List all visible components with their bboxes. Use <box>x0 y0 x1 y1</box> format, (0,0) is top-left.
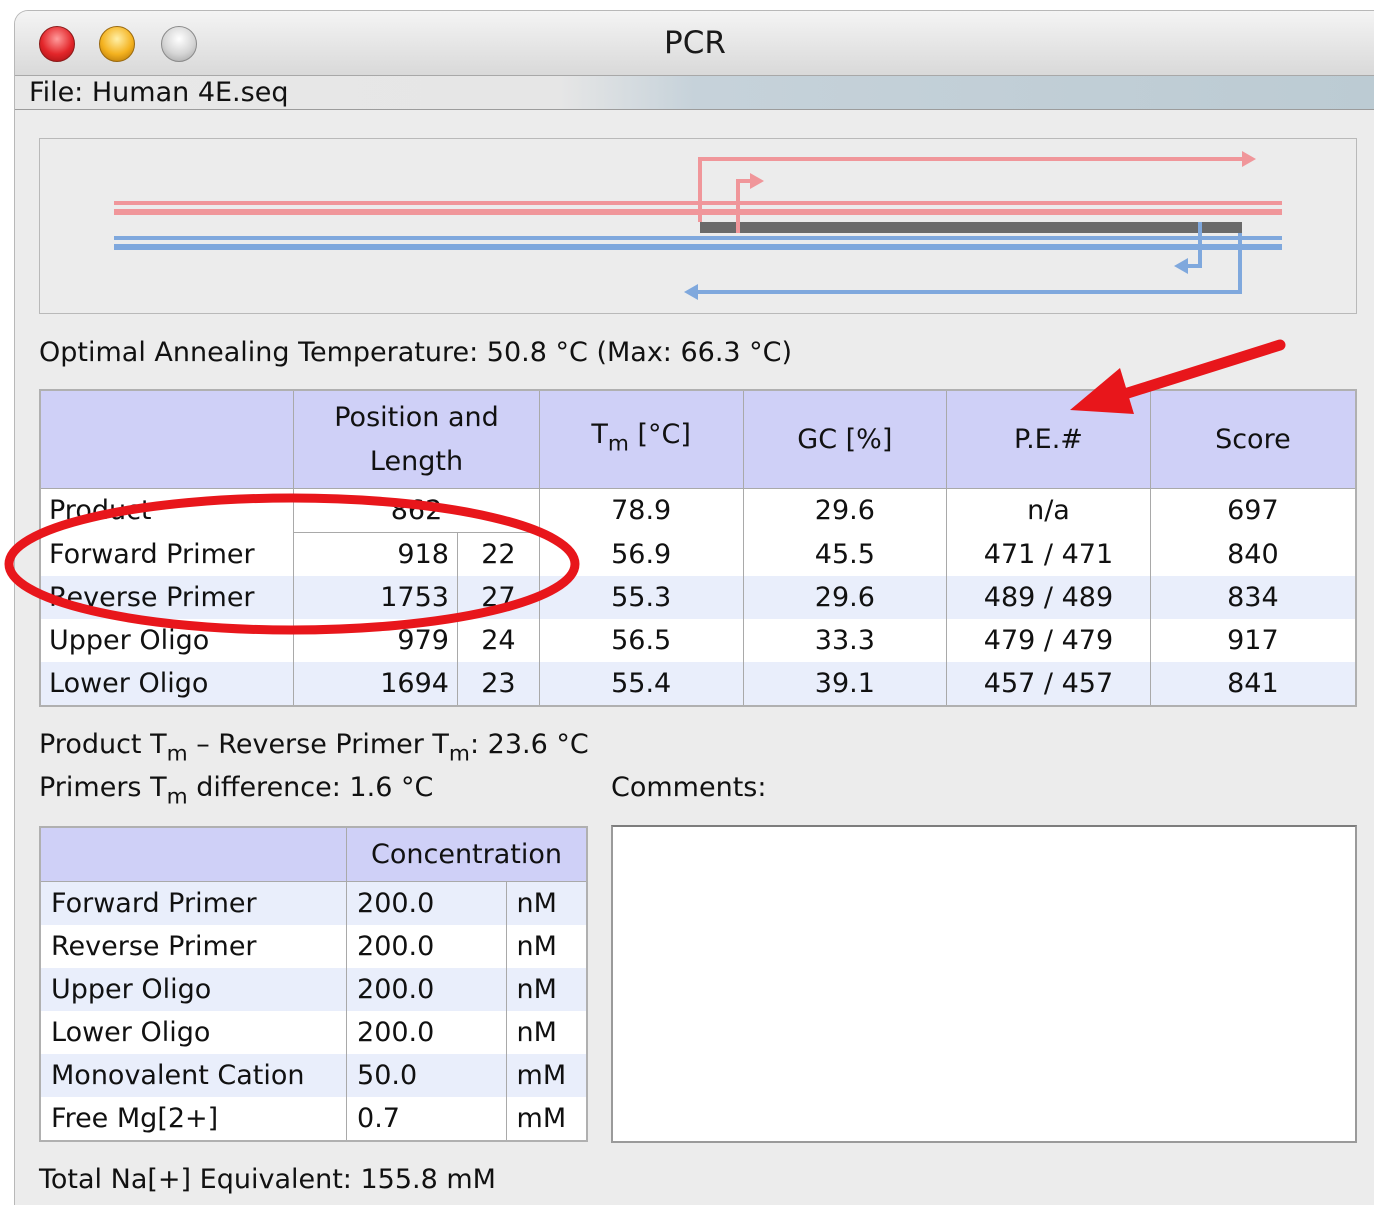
row-length: 23 <box>456 662 540 706</box>
concentration-row-monovalent-cation: Monovalent Cation 50.0 mM <box>39 1054 588 1097</box>
row-score: 697 <box>1149 488 1357 533</box>
row-position: 918 <box>293 532 458 576</box>
concentration-value[interactable]: 200.0 <box>346 925 507 968</box>
header-name <box>39 389 295 489</box>
row-name: Forward Primer <box>39 532 295 576</box>
concentration-name: Upper Oligo <box>39 968 348 1011</box>
product-tm-difference: Product Tm – Reverse Primer Tm: 23.6 °C <box>39 729 589 767</box>
concentration-name: Reverse Primer <box>39 925 348 968</box>
row-gc: 39.1 <box>742 662 948 706</box>
concentration-unit: nM <box>505 1011 588 1054</box>
file-bar: File: Human 4E.seq <box>15 76 1374 110</box>
concentration-name: Monovalent Cation <box>39 1054 348 1097</box>
pcr-diagram <box>39 138 1357 314</box>
row-score: 840 <box>1149 532 1357 576</box>
row-position: 979 <box>293 619 458 662</box>
concentration-value[interactable]: 200.0 <box>346 1011 507 1054</box>
row-tm: 55.3 <box>538 576 744 619</box>
row-position: 1753 <box>293 576 458 619</box>
table-row-upper-oligo[interactable]: Upper Oligo 979 24 56.5 33.3 479 / 479 9… <box>39 619 1357 662</box>
row-pe: 471 / 471 <box>946 532 1151 576</box>
concentration-value[interactable]: 50.0 <box>346 1054 507 1097</box>
row-name: Lower Oligo <box>39 662 295 706</box>
row-pe: n/a <box>946 488 1151 533</box>
concentration-unit: nM <box>505 925 588 968</box>
row-gc: 29.6 <box>742 488 948 533</box>
pcr-window: PCR File: Human 4E.seq Optimal Annealing… <box>14 10 1374 1205</box>
header-tm[interactable]: Tm [°C] <box>538 389 744 489</box>
reverse-primer-arrow <box>696 233 1242 294</box>
row-pe: 457 / 457 <box>946 662 1151 706</box>
reverse-strand-line-top <box>114 236 1282 240</box>
row-length: 27 <box>456 576 540 619</box>
concentration-row-forward-primer: Forward Primer 200.0 nM <box>39 881 588 925</box>
table-row-lower-oligo[interactable]: Lower Oligo 1694 23 55.4 39.1 457 / 457 … <box>39 662 1357 706</box>
header-pe[interactable]: P.E.# <box>946 389 1151 489</box>
concentration-unit: mM <box>505 1097 588 1141</box>
pcr-diagram-svg <box>114 151 1282 300</box>
concentration-row-upper-oligo: Upper Oligo 200.0 nM <box>39 968 588 1011</box>
row-tm: 78.9 <box>538 488 744 533</box>
concentration-unit: nM <box>505 881 588 925</box>
primer-table: Position and Length Tm [°C] GC [%] P.E.# … <box>39 389 1357 707</box>
row-gc: 29.6 <box>742 576 948 619</box>
row-position: 1694 <box>293 662 458 706</box>
header-position-length[interactable]: Position and Length <box>293 389 540 489</box>
table-header-row: Position and Length Tm [°C] GC [%] P.E.# … <box>39 389 1357 489</box>
header-gc[interactable]: GC [%] <box>742 389 948 489</box>
row-name: Reverse Primer <box>39 576 295 619</box>
concentration-name: Free Mg[2+] <box>39 1097 348 1141</box>
title-bar[interactable]: PCR <box>15 11 1374 76</box>
row-tm: 55.4 <box>538 662 744 706</box>
row-name: Upper Oligo <box>39 619 295 662</box>
concentration-unit: mM <box>505 1054 588 1097</box>
table-row-product[interactable]: Product 862 78.9 29.6 n/a 697 <box>39 488 1357 533</box>
concentration-value[interactable]: 200.0 <box>346 881 507 925</box>
concentration-unit: nM <box>505 968 588 1011</box>
comments-field[interactable] <box>611 825 1357 1143</box>
comments-label: Comments: <box>611 772 767 803</box>
concentration-row-reverse-primer: Reverse Primer 200.0 nM <box>39 925 588 968</box>
forward-primer-arrowhead <box>1242 151 1256 167</box>
table-row-reverse-primer[interactable]: Reverse Primer 1753 27 55.3 29.6 489 / 4… <box>39 576 1357 619</box>
reverse-primer-arrowhead <box>684 284 698 300</box>
row-score: 841 <box>1149 662 1357 706</box>
concentration-header-row: Concentration <box>39 826 588 882</box>
concentration-value[interactable]: 0.7 <box>346 1097 507 1141</box>
row-pe: 479 / 479 <box>946 619 1151 662</box>
concentration-table: Concentration Forward Primer 200.0 nM Re… <box>39 826 588 1142</box>
reverse-strand-line-bottom <box>114 244 1282 250</box>
concentration-row-free-mg: Free Mg[2+] 0.7 mM <box>39 1097 588 1141</box>
concentration-name: Forward Primer <box>39 881 348 925</box>
concentration-name: Lower Oligo <box>39 1011 348 1054</box>
row-position: 862 <box>293 488 540 533</box>
concentration-row-lower-oligo: Lower Oligo 200.0 nM <box>39 1011 588 1054</box>
concentration-header: Concentration <box>346 826 588 882</box>
total-na-equivalent: Total Na[+] Equivalent: 155.8 mM <box>39 1164 496 1195</box>
row-score: 834 <box>1149 576 1357 619</box>
annealing-temperature: Optimal Annealing Temperature: 50.8 °C (… <box>39 337 793 368</box>
product-bar <box>700 222 1242 233</box>
window-title: PCR <box>664 25 726 61</box>
row-pe: 489 / 489 <box>946 576 1151 619</box>
row-score: 917 <box>1149 619 1357 662</box>
table-row-forward-primer[interactable]: Forward Primer 918 22 56.9 45.5 471 / 47… <box>39 532 1357 576</box>
row-tm: 56.5 <box>538 619 744 662</box>
row-length: 22 <box>456 532 540 576</box>
row-name: Product <box>39 488 295 533</box>
header-score[interactable]: Score <box>1149 389 1357 489</box>
primers-tm-difference: Primers Tm difference: 1.6 °C <box>39 772 434 810</box>
row-tm: 56.9 <box>538 532 744 576</box>
upper-oligo-arrowhead <box>750 173 764 189</box>
row-length: 24 <box>456 619 540 662</box>
concentration-header-name <box>39 826 348 882</box>
lower-oligo-arrowhead <box>1174 258 1188 274</box>
concentration-value[interactable]: 200.0 <box>346 968 507 1011</box>
row-gc: 45.5 <box>742 532 948 576</box>
file-label: File: Human 4E.seq <box>29 77 289 108</box>
row-gc: 33.3 <box>742 619 948 662</box>
